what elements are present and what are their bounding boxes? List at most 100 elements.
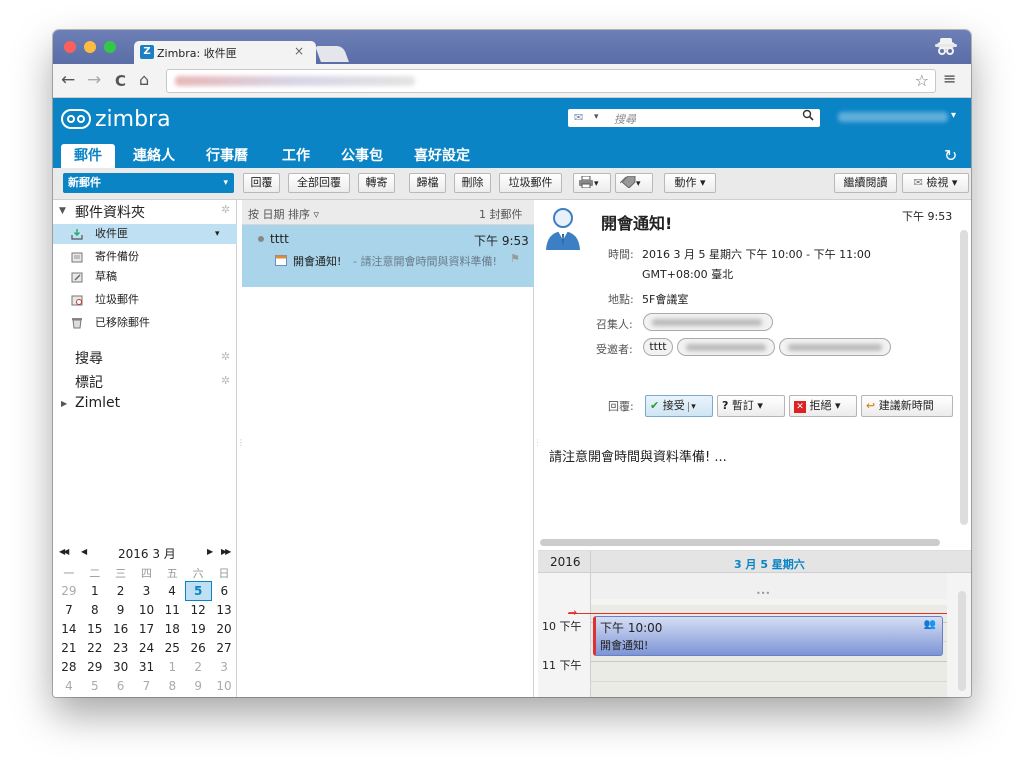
mini-cal-day[interactable]: 17 [134,620,160,639]
folder-junk[interactable]: 垃圾郵件 [53,290,237,310]
mini-cal-day[interactable]: 11 [159,601,185,620]
mini-cal-day[interactable]: 24 [134,639,160,658]
folder-drafts[interactable]: 草稿 [53,267,237,287]
mini-cal-day[interactable]: 8 [82,601,108,620]
continue-reading-button[interactable]: 繼續閱讀 [834,173,897,193]
all-day-resize-handle-icon[interactable]: ••• [756,589,770,598]
search-icon[interactable] [802,109,814,124]
mini-cal-day[interactable]: 22 [82,639,108,658]
forward-button[interactable]: 轉寄 [358,173,395,193]
invitee-address-pill[interactable] [677,338,775,356]
mini-cal-day[interactable]: 30 [108,658,134,677]
invitee-pill[interactable]: tttt [643,338,673,356]
junk-button[interactable]: 垃圾郵件 [499,173,562,193]
actions-menu-button[interactable]: 動作 ▾ [664,173,716,193]
mini-cal-day[interactable]: 14 [56,620,82,639]
browser-tab[interactable]: Z Zimbra: 收件匣 × [134,41,316,65]
mini-cal-day[interactable]: 4 [56,677,82,696]
mini-cal-day[interactable]: 2 [185,658,211,677]
view-menu-button[interactable]: ✉ 檢視 ▾ [902,173,969,193]
mini-cal-day[interactable]: 31 [134,658,160,677]
mini-cal-day[interactable]: 3 [134,582,160,601]
mini-cal-day[interactable]: 1 [82,582,108,601]
propose-new-time-button[interactable]: ↩ 建議新時間 [861,395,953,417]
folders-header[interactable]: 郵件資料夾 [75,202,145,222]
folder-trash[interactable]: 已移除郵件 [53,313,237,333]
flag-icon[interactable]: ⚑ [510,252,520,265]
search-box[interactable]: ✉ ▾ 搜尋 [568,109,820,127]
mini-cal-day[interactable]: 15 [82,620,108,639]
mini-cal-next-year-icon[interactable]: ▶▶ [221,547,231,556]
mini-cal-day[interactable]: 13 [211,601,237,620]
home-button[interactable]: ⌂ [139,70,149,89]
address-bar[interactable]: ☆ [166,69,936,93]
tab-calendar[interactable]: 行事曆 [206,144,248,168]
delete-button[interactable]: 刪除 [454,173,491,193]
mini-cal-day[interactable]: 19 [185,620,211,639]
search-gear-icon[interactable]: ✲ [221,350,230,363]
search-section-header[interactable]: 搜尋 [75,348,103,368]
refresh-icon[interactable]: ↻ [944,146,957,165]
mini-cal-day[interactable]: 29 [82,658,108,677]
tab-briefcase[interactable]: 公事包 [341,144,383,168]
folder-sent[interactable]: 寄件備份 [53,247,237,267]
close-window-button[interactable] [64,41,76,53]
reply-all-button[interactable]: 全部回覆 [288,173,350,193]
reload-button[interactable]: C [115,72,126,90]
mini-cal-day[interactable]: 29 [56,582,82,601]
tab-mail[interactable]: 郵件 [61,144,115,168]
mini-cal-day[interactable]: 2 [108,582,134,601]
folders-gear-icon[interactable]: ✲ [221,203,230,216]
user-menu-dropdown[interactable]: ▾ [951,110,956,121]
organizer-address-pill[interactable] [643,313,773,331]
mini-cal-day[interactable]: 16 [108,620,134,639]
read-status-dot-icon[interactable] [258,236,264,242]
mini-cal-day[interactable]: 9 [108,601,134,620]
mini-cal-day[interactable]: 1 [159,658,185,677]
mini-cal-day[interactable]: 7 [56,601,82,620]
new-mail-button[interactable]: 新郵件 ▾ [63,173,234,193]
browser-menu-icon[interactable]: ≡ [943,69,956,88]
tags-section-header[interactable]: 標記 [75,372,103,392]
pane-splitter-icon[interactable]: ⋮ [237,439,245,460]
decline-button[interactable]: ✕ 拒絕 ▾ [789,395,857,417]
sort-by-date-button[interactable]: 按 日期 排序 ▿ [248,206,319,222]
mini-cal-day[interactable]: 7 [134,677,160,696]
mini-cal-day[interactable]: 5 [82,677,108,696]
day-view-date-header[interactable]: 3 月 5 星期六 [734,556,805,572]
mini-cal-next-month-icon[interactable]: ▶ [207,547,213,556]
tab-close-icon[interactable]: × [294,44,304,58]
zimlet-expand-icon[interactable]: ▶ [61,399,67,408]
appointment-block[interactable]: 下午 10:00 開會通知! 👥 [593,616,943,656]
mini-cal-day[interactable]: 6 [108,677,134,696]
mini-cal-day[interactable]: 10 [134,601,160,620]
zimlet-section-header[interactable]: Zimlet [75,395,120,411]
reading-horizontal-scrollbar[interactable] [540,539,940,546]
folders-collapse-icon[interactable]: ▼ [59,206,66,216]
mini-cal-day[interactable]: 26 [185,639,211,658]
mini-cal-prev-year-icon[interactable]: ◀◀ [59,547,69,556]
print-button[interactable]: ▾ [573,173,611,193]
search-type-dropdown[interactable]: ▾ [594,112,599,122]
invitee-address-pill[interactable] [779,338,891,356]
inbox-dropdown-icon[interactable]: ▾ [215,224,220,244]
new-mail-dropdown-icon[interactable]: ▾ [223,173,228,193]
tags-gear-icon[interactable]: ✲ [221,374,230,387]
tab-tasks[interactable]: 工作 [282,144,310,168]
mini-cal-title[interactable]: 2016 3 月 [118,545,176,562]
minimize-window-button[interactable] [84,41,96,53]
mail-search-type-icon[interactable]: ✉ [574,111,583,124]
new-tab-button[interactable] [315,46,349,62]
mini-cal-day[interactable]: 25 [159,639,185,658]
zoom-window-button[interactable] [104,41,116,53]
mini-cal-day[interactable]: 6 [211,582,237,601]
calendar-scrollbar[interactable] [958,591,966,691]
mini-cal-day-selected[interactable]: 5 [184,581,212,601]
tab-contacts[interactable]: 連絡人 [133,144,175,168]
mini-cal-day[interactable]: 12 [185,601,211,620]
accept-button[interactable]: ✔ 接受 ▾ [645,395,713,417]
archive-button[interactable]: 歸檔 [409,173,446,193]
tab-preferences[interactable]: 喜好設定 [414,144,470,168]
mini-cal-day[interactable]: 18 [159,620,185,639]
message-row[interactable]: tttt 下午 9:53 開會通知! - 請注意開會時間與資料準備! ⚑ [242,225,534,287]
